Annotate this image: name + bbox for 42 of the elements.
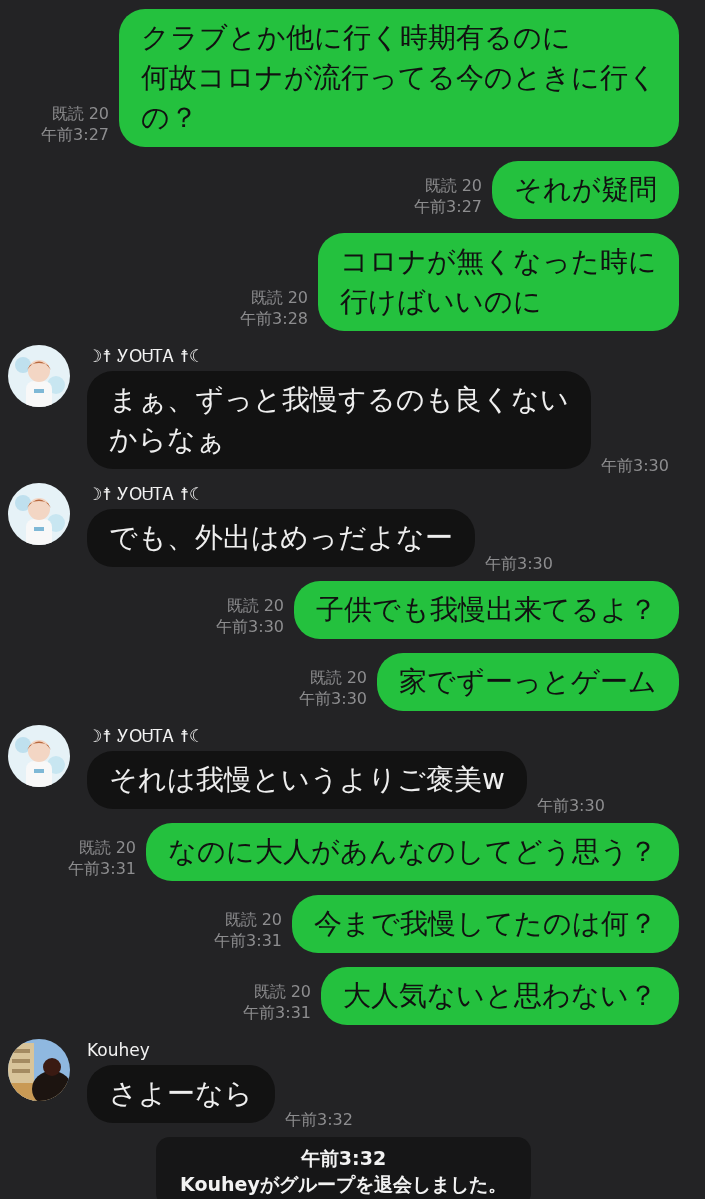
message-time: 午前3:30 <box>299 688 367 709</box>
message-time: 午前3:30 <box>536 796 605 817</box>
message-line: 家でずーっとゲーム <box>399 664 657 700</box>
message-time: 午前3:31 <box>243 1002 311 1023</box>
read-receipt: 既読 20 <box>78 837 136 858</box>
message-time: 午前3:30 <box>601 456 669 477</box>
sender-name: Kouhey <box>87 1039 150 1061</box>
message-line: からなぁ <box>109 422 225 458</box>
message-time: 午前3:27 <box>414 196 482 217</box>
message-time: 午前3:28 <box>240 308 308 329</box>
message-line: それが疑問 <box>514 172 657 208</box>
notice-time: 午前3:32 <box>300 1146 387 1171</box>
message-line: 何故コロナが流行ってる今のときに行く <box>141 60 657 96</box>
notice-text: Kouheyがグループを退会しました。 <box>180 1172 507 1197</box>
message-line: さよーなら <box>109 1076 253 1112</box>
read-receipt: 既読 20 <box>424 175 482 196</box>
message-line: まぁ、ずっと我慢するのも良くない <box>109 382 569 418</box>
message-line: コロナが無くなった時に <box>340 244 657 280</box>
message-line: でも、外出はめっだよなー <box>109 520 453 556</box>
message-line: 子供でも我慢出来てるよ？ <box>316 592 657 628</box>
message-time: 午前3:31 <box>68 858 136 879</box>
message-time: 午前3:30 <box>485 554 553 575</box>
read-receipt: 既読 20 <box>309 667 367 688</box>
message-time: 午前3:32 <box>285 1110 353 1131</box>
message-line: それは我慢というよりご褒美w <box>109 762 505 798</box>
message-time: 午前3:27 <box>41 124 109 145</box>
message-time: 午前3:31 <box>214 930 282 951</box>
read-receipt: 既読 20 <box>51 103 109 124</box>
read-receipt: 既読 20 <box>226 595 284 616</box>
sender-name: ☽☨ ᎩOᏌᎢᎪ ☨☾ <box>87 483 205 505</box>
sender-name: ☽☨ ᎩOᏌᎢᎪ ☨☾ <box>87 725 205 747</box>
message-time: 午前3:30 <box>216 616 284 637</box>
message-line: の？ <box>141 100 198 136</box>
message-line: 行けばいいのに <box>340 284 542 320</box>
read-receipt: 既読 20 <box>224 909 282 930</box>
message-line: なのに大人があんなのしてどう思う？ <box>168 834 657 870</box>
sender-name: ☽☨ ᎩOᏌᎢᎪ ☨☾ <box>87 345 205 367</box>
read-receipt: 既読 20 <box>253 981 311 1002</box>
message-line: 大人気ないと思わない？ <box>343 978 657 1014</box>
read-receipt: 既読 20 <box>250 287 308 308</box>
message-line: クラブとか他に行く時期有るのに <box>141 20 571 56</box>
message-line: 今まで我慢してたのは何？ <box>314 906 657 942</box>
